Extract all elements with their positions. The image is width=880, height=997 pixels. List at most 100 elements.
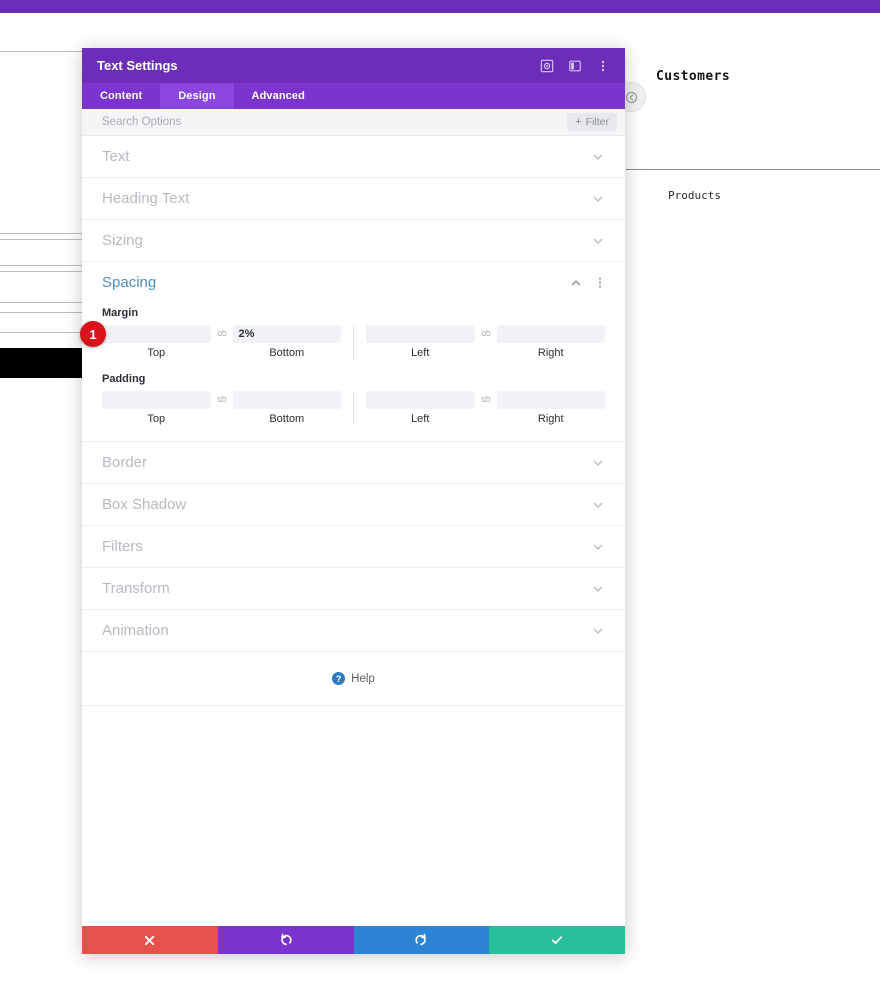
margin-right-input[interactable] [496,325,605,343]
tab-advanced[interactable]: Advanced [234,83,323,109]
background-block [0,348,83,378]
cancel-button[interactable] [82,926,218,954]
section-sizing[interactable]: Sizing [82,220,625,262]
broken-link-icon[interactable]: c/ɔ [211,394,233,404]
help-label: Help [351,672,375,685]
section-title-heading-text: Heading Text [102,190,190,207]
section-header-heading-text[interactable]: Heading Text [102,178,605,219]
focus-target-icon[interactable] [539,58,555,74]
section-title-text: Text [102,148,130,165]
section-divider [626,169,880,170]
background-rule [0,233,83,234]
chevron-down-icon[interactable] [591,234,605,248]
products-label: Products [668,189,721,202]
section-header-sizing[interactable]: Sizing [102,220,605,261]
chevron-down-icon[interactable] [591,582,605,596]
customers-heading: Customers [656,69,731,84]
section-filters[interactable]: Filters [82,526,625,568]
chevron-down-icon[interactable] [591,498,605,512]
section-box-shadow[interactable]: Box Shadow [82,484,625,526]
undo-button[interactable] [217,926,354,954]
section-header-animation[interactable]: Animation [102,610,605,651]
filter-button[interactable]: + Filter [567,113,617,131]
margin-quad: Top c/ɔ 2% Bottom Left c/ɔ Right [102,325,605,359]
text-settings-modal: Text Settings Content Design Advanced Se… [82,48,625,954]
layout-toggle-icon[interactable] [567,58,583,74]
chevron-down-icon[interactable] [591,624,605,638]
modal-tabs: Content Design Advanced [82,83,625,109]
tab-design[interactable]: Design [160,83,234,109]
padding-top-caption: Top [147,413,166,425]
chevron-up-icon[interactable] [569,276,583,290]
section-title-transform: Transform [102,580,170,597]
background-rule [0,312,83,313]
margin-bottom-caption: Bottom [269,347,305,359]
margin-right-caption: Right [537,347,564,359]
margin-right-field[interactable]: Right [496,325,605,359]
section-heading-text[interactable]: Heading Text [82,178,625,220]
chevron-down-icon[interactable] [591,540,605,554]
margin-left-right-pair: Left c/ɔ Right [353,325,605,359]
chevron-down-icon[interactable] [591,192,605,206]
search-options-row: + Filter [82,109,625,136]
section-header-spacing[interactable]: Spacing [102,262,605,303]
redo-button[interactable] [353,926,490,954]
margin-group-label: Margin [102,307,139,319]
margin-left-caption: Left [411,347,430,359]
broken-link-icon[interactable]: c/ɔ [475,328,497,338]
step-number-badge: 1 [80,321,106,347]
help-row[interactable]: ? Help [82,652,625,706]
padding-top-field[interactable]: Top [102,391,211,425]
broken-link-icon[interactable]: c/ɔ [475,394,497,404]
margin-top-input[interactable] [102,325,211,343]
search-input[interactable] [102,116,568,128]
background-rule [0,239,83,240]
section-border[interactable]: Border [82,442,625,484]
tab-content[interactable]: Content [82,83,160,109]
section-spacing[interactable]: Spacing Margin Top c/ɔ 2% Bottom Left c/… [82,262,625,442]
background-rule [0,51,83,52]
margin-bottom-field[interactable]: 2% Bottom [232,325,341,359]
padding-bottom-field[interactable]: Bottom [232,391,341,425]
padding-top-input[interactable] [102,391,211,409]
padding-left-caption: Left [411,413,430,425]
section-header-transform[interactable]: Transform [102,568,605,609]
padding-left-field[interactable]: Left [366,391,475,425]
margin-left-input[interactable] [366,325,475,343]
section-transform[interactable]: Transform [82,568,625,610]
section-title-border: Border [102,454,148,471]
filter-button-label: Filter [585,116,609,128]
padding-right-field[interactable]: Right [496,391,605,425]
margin-top-bottom-pair: Top c/ɔ 2% Bottom [102,325,341,359]
kebab-menu-icon[interactable] [595,58,611,74]
section-title-animation: Animation [102,622,169,639]
margin-top-field[interactable]: Top [102,325,211,359]
padding-quad: Top c/ɔ Bottom Left c/ɔ Right [102,391,605,425]
padding-left-input[interactable] [366,391,475,409]
margin-left-field[interactable]: Left [366,325,475,359]
save-button[interactable] [489,926,625,954]
background-rule [0,271,83,272]
section-options-kebab-icon[interactable] [595,276,605,290]
margin-bottom-input[interactable]: 2% [232,325,341,343]
help-question-icon: ? [332,672,346,685]
section-title-box-shadow: Box Shadow [102,496,187,513]
background-rule [0,265,83,266]
section-header-box-shadow[interactable]: Box Shadow [102,484,605,525]
modal-header-icons [539,58,611,74]
broken-link-icon[interactable]: c/ɔ [211,328,233,338]
section-header-filters[interactable]: Filters [102,526,605,567]
top-admin-bar [0,0,880,13]
padding-bottom-input[interactable] [232,391,341,409]
chevron-down-icon[interactable] [591,456,605,470]
spacing-body: Margin Top c/ɔ 2% Bottom Left c/ɔ Right … [102,307,605,441]
section-text[interactable]: Text [82,136,625,178]
background-rule [0,332,83,333]
chevron-down-icon[interactable] [591,150,605,164]
modal-title: Text Settings [97,58,178,73]
padding-right-input[interactable] [496,391,605,409]
section-animation[interactable]: Animation [82,610,625,652]
section-title-sizing: Sizing [102,232,143,249]
section-header-border[interactable]: Border [102,442,605,483]
section-header-text[interactable]: Text [102,136,605,177]
